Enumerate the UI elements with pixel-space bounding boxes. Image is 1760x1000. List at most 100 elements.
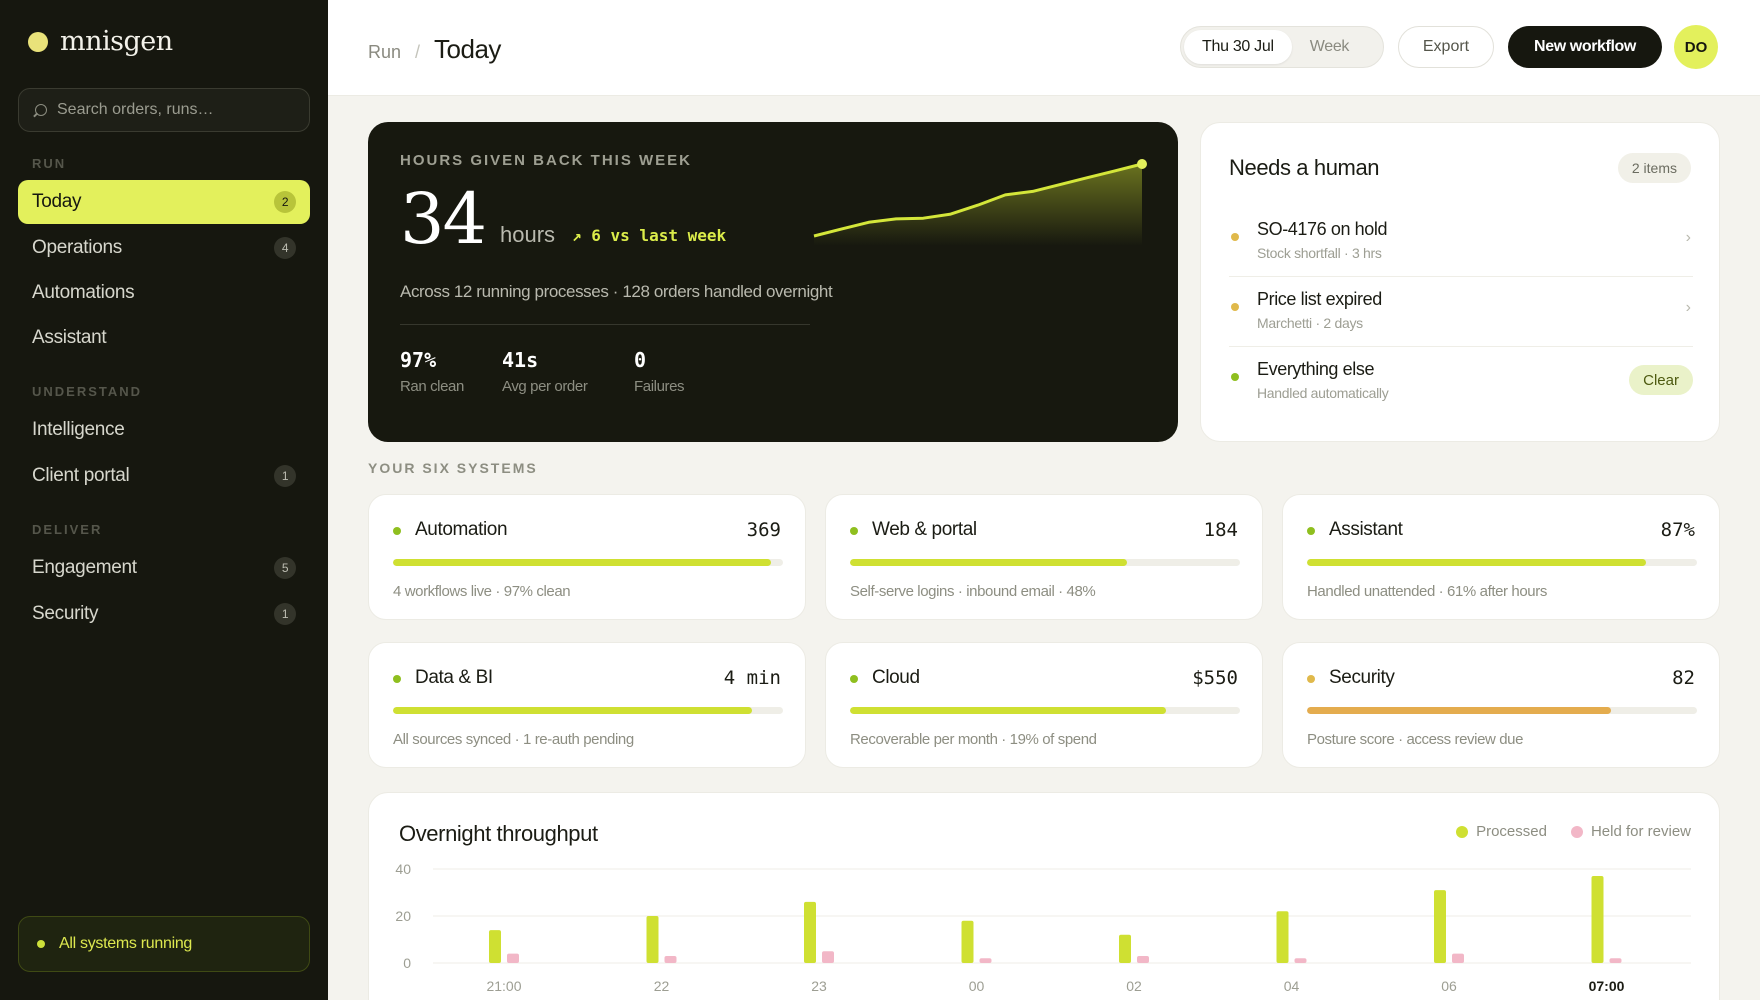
x-tick-label: 22 [654,978,670,994]
stat-avg-per-order: 41s Avg per order [502,348,588,395]
warning-dot-icon [1231,303,1239,311]
hours-saved-card: HOURS GIVEN BACK THIS WEEK 34 hours ↗ 6 … [368,122,1178,442]
sparkline-endpoint [1137,159,1147,169]
stat-value: 97% [400,348,437,372]
system-card-automation[interactable]: Automation 369 4 workflows live · 97% cl… [368,494,806,620]
needs-title: Needs a human [1229,155,1380,180]
sidebar-item-label: Security [32,603,99,624]
hours-trend-sparkline [813,159,1147,246]
bar-held[interactable] [507,953,519,963]
system-description: Posture score · access review due [1307,731,1524,748]
hero-label: HOURS GIVEN BACK THIS WEEK [400,152,693,169]
stat-failures: 0 Failures [634,348,685,395]
bar-held[interactable] [979,958,992,963]
system-value: 369 [746,519,781,541]
nav-count-badge: 2 [274,191,296,213]
bar-held[interactable] [1609,958,1622,963]
system-progress-fill [393,559,772,566]
hero-value: 34 [400,178,487,260]
system-value: 82 [1672,667,1695,689]
ok-dot-icon [1231,373,1239,381]
bar-processed[interactable] [1434,890,1446,963]
sidebar-item-security[interactable]: Security 1 [18,592,310,636]
bar-held[interactable] [664,955,677,963]
sidebar-item-assistant[interactable]: Assistant [18,316,310,360]
needs-item-everything-else[interactable]: Everything else Handled automatically Cl… [1229,347,1693,417]
system-progress-track [393,707,783,714]
system-value: 87% [1660,519,1695,541]
bar-processed[interactable] [646,916,659,963]
status-dot-icon [850,675,858,683]
bar-held[interactable] [822,951,834,963]
system-card-assistant[interactable]: Assistant 87% Handled unattended · 61% a… [1282,494,1720,620]
needs-item-title: Price list expired [1257,289,1382,309]
hero-divider [400,324,810,325]
brand-logo[interactable]: mnisgen [28,26,173,57]
stat-value: 0 [634,348,647,372]
needs-item-price-list[interactable]: Price list expired Marchetti · 2 days › [1229,277,1693,347]
needs-a-human-card: Needs a human 2 items SO-4176 on hold St… [1200,122,1720,442]
clear-button[interactable]: Clear [1629,365,1693,395]
breadcrumb-parent[interactable]: Run [368,42,401,63]
system-description: Recoverable per month · 19% of spend [850,731,1097,748]
stat-label: Ran clean [400,378,464,395]
x-tick-label: 04 [1284,978,1300,994]
bar-held[interactable] [1452,953,1464,963]
chevron-right-icon[interactable]: › [1686,299,1691,317]
system-progress-track [1307,559,1697,566]
sidebar-item-intelligence[interactable]: Intelligence [18,408,310,452]
sidebar-item-label: Assistant [32,327,107,348]
system-card-data-bi[interactable]: Data & BI 4 min All sources synced · 1 r… [368,642,806,768]
nav-count-badge: 4 [274,237,296,259]
system-card-cloud[interactable]: Cloud $550 Recoverable per month · 19% o… [825,642,1263,768]
bar-held[interactable] [1137,955,1149,963]
new-workflow-button[interactable]: New workflow [1508,26,1662,68]
system-progress-fill [1307,707,1612,714]
bar-processed[interactable] [961,920,974,963]
system-value: 184 [1203,519,1238,541]
system-description: Handled unattended · 61% after hours [1307,583,1547,600]
sidebar-item-client-portal[interactable]: Client portal 1 [18,454,310,498]
needs-item-title: SO-4176 on hold [1257,219,1388,239]
stat-value: 41s [502,348,539,372]
chevron-right-icon[interactable]: › [1686,229,1691,247]
avatar[interactable]: DO [1674,25,1718,69]
status-dot-icon [1307,527,1315,535]
search-box[interactable] [18,88,310,132]
system-progress-fill [850,707,1166,714]
export-button[interactable]: Export [1398,26,1494,68]
throughput-bar-chart: 40 20 0 21:00 22 23 00 02 04 06 07:00 [395,861,1691,994]
system-description: 4 workflows live · 97% clean [393,583,571,600]
bar-processed[interactable] [1119,934,1131,963]
needs-item-so-4176[interactable]: SO-4176 on hold Stock shortfall · 3 hrs … [1229,207,1693,277]
system-progress-track [1307,707,1697,714]
bar-processed[interactable] [804,901,816,963]
needs-item-subtitle: Handled automatically [1257,385,1389,401]
sidebar-item-label: Engagement [32,557,137,578]
sidebar-item-operations[interactable]: Operations 4 [18,226,310,270]
brand-name: mnisgen [60,26,173,57]
sidebar: mnisgen RUN Today 2 Operations 4 Automat… [0,0,328,1000]
sidebar-item-today[interactable]: Today 2 [18,180,310,224]
search-input[interactable] [57,101,297,119]
sidebar-item-automations[interactable]: Automations [18,271,310,315]
system-card-web-portal[interactable]: Web & portal 184 Self-serve logins · inb… [825,494,1263,620]
overnight-throughput-card: Overnight throughput Processed Held for … [368,792,1720,1000]
bar-held[interactable] [1294,958,1307,963]
top-bar: Run / Today Thu 30 Jul Week Export New w… [328,0,1760,96]
sidebar-item-label: Automations [32,282,135,303]
x-tick-label: 00 [969,978,985,994]
bar-processed[interactable] [1591,876,1604,963]
system-status-pill[interactable]: All systems running [18,916,310,972]
bar-processed[interactable] [1276,911,1289,963]
status-dot-icon [37,940,45,948]
range-day-button[interactable]: Thu 30 Jul [1184,30,1292,64]
bar-processed[interactable] [489,930,501,963]
sidebar-item-engagement[interactable]: Engagement 5 [18,546,310,590]
date-range-toggle: Thu 30 Jul Week [1180,26,1384,68]
sidebar-item-label: Client portal [32,465,130,486]
system-card-security[interactable]: Security 82 Posture score · access revie… [1282,642,1720,768]
needs-item-subtitle: Marchetti · 2 days [1257,315,1363,331]
range-week-button[interactable]: Week [1292,30,1367,64]
system-progress-fill [1307,559,1647,566]
